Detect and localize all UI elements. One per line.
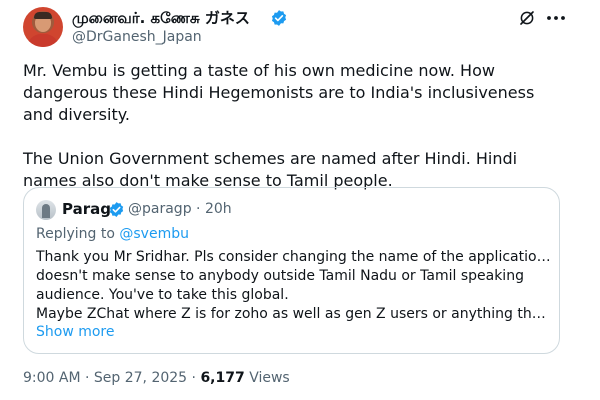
quoted-tweet-card[interactable]: Parag @paragp · 20h Replying to @svembu …: [23, 187, 560, 354]
verified-badge-icon: [271, 10, 287, 26]
meta-separator: ·: [196, 201, 201, 217]
replying-prefix: Replying to: [36, 226, 115, 242]
quoted-author-handle: @paragp: [128, 201, 192, 217]
quoted-author-name: Parag: [62, 200, 111, 218]
verified-badge-icon: [109, 202, 124, 217]
quoted-author-avatar: [36, 200, 56, 220]
more-options-icon[interactable]: [544, 9, 568, 27]
quoted-meta: @paragp · 20h: [128, 201, 232, 217]
grok-icon[interactable]: [518, 9, 536, 27]
views-count: 6,177: [200, 370, 245, 386]
author-avatar[interactable]: [23, 7, 63, 47]
quoted-text-line: audience. You've to take this global.: [36, 287, 289, 303]
views-label: Views: [249, 370, 290, 386]
replying-to-link[interactable]: @svembu: [119, 226, 189, 242]
quoted-text-line: Maybe ZChat where Z is for zoho as well …: [36, 306, 551, 322]
tweet-paragraph: Mr. Vembu is getting a taste of his own …: [23, 61, 535, 124]
tweet-footer: 9:00 AM · Sep 27, 2025 · 6,177 Views: [23, 370, 290, 386]
quoted-time: 20h: [204, 201, 232, 217]
quoted-text-line: Thank you Mr Sridhar. Pls consider chang…: [36, 249, 551, 265]
tweet-timestamp[interactable]: 9:00 AM · Sep 27, 2025 ·: [23, 370, 196, 386]
replying-to-line: Replying to @svembu: [36, 226, 189, 242]
quoted-text: Thank you Mr Sridhar. Pls consider chang…: [36, 248, 551, 324]
tweet-text: Mr. Vembu is getting a taste of his own …: [23, 60, 563, 192]
show-more-link[interactable]: Show more: [36, 324, 115, 340]
author-display-name[interactable]: முனைவர். கணேசு ガネス: [72, 7, 250, 29]
author-handle[interactable]: @DrGanesh_Japan: [72, 29, 202, 45]
tweet-paragraph: The Union Government schemes are named a…: [23, 149, 518, 190]
quoted-text-line: doesn't make sense to anybody outside Ta…: [36, 268, 524, 284]
